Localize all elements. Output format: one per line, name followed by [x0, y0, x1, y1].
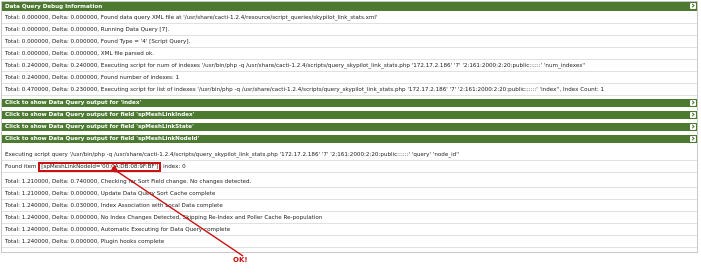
log-line: Total: 1.240000, Delta: 0.030000, Index … [2, 200, 697, 212]
found-item-prefix: Found item [5, 164, 37, 170]
section-linkindex-toggle[interactable]: Click to show Data Query output for fiel… [2, 110, 697, 119]
log-line: Total: 0.000000, Delta: 0.000000, XML fi… [2, 48, 697, 60]
debug-panel: Data Query Debug Information Total: 0.00… [1, 1, 698, 253]
section-index-toggle[interactable]: Click to show Data Query output for 'ind… [2, 98, 697, 107]
found-item-line: Found item [spMeshLinkNodeId='00:0A:DB:0… [2, 161, 697, 173]
ok-annotation: OK! [233, 256, 248, 264]
section-linknodeid-toggle[interactable]: Click to show Data Query output for fiel… [2, 134, 697, 143]
log-line: Total: 0.000000, Delta: 0.000000, Runnin… [2, 24, 697, 36]
expand-icon[interactable] [690, 112, 696, 118]
panel-header: Data Query Debug Information [2, 2, 697, 12]
section-label: Click to show Data Query output for 'ind… [5, 100, 142, 106]
panel-title: Data Query Debug Information [5, 4, 103, 10]
log-line: Total: 0.000000, Delta: 0.000000, Found … [2, 12, 697, 24]
log-line: Executing script query '/usr/bin/php -q … [2, 149, 697, 161]
collapse-icon[interactable] [690, 3, 696, 9]
section-linkstate-toggle[interactable]: Click to show Data Query output for fiel… [2, 122, 697, 131]
log-line: Total: 1.210000, Delta: 0.000000, Update… [2, 188, 697, 200]
log-line: Total: 0.470000, Delta: 0.230000, Execut… [2, 84, 697, 96]
section-label: Click to show Data Query output for fiel… [5, 124, 194, 130]
section-label: Click to show Data Query output for fiel… [5, 136, 200, 142]
log-line: Total: 0.000000, Delta: 0.000000, Found … [2, 36, 697, 48]
log-line: Total: 1.240000, Delta: 0.000000, Plugin… [2, 236, 697, 248]
log-line: Total: 0.240000, Delta: 0.000000, Found … [2, 72, 697, 84]
found-item-highlight: [spMeshLinkNodeId='00:0A:DB:08:9F:BF'] [38, 162, 162, 172]
log-line: Total: 1.240000, Delta: 0.000000, Automa… [2, 224, 697, 236]
expand-icon[interactable] [690, 124, 696, 130]
log-line: Total: 0.240000, Delta: 0.240000, Execut… [2, 60, 697, 72]
expand-icon[interactable] [690, 100, 696, 106]
section-label: Click to show Data Query output for fiel… [5, 112, 195, 118]
log-line: Total: 1.240000, Delta: 0.000000, No Ind… [2, 212, 697, 224]
log-line: Total: 1.210000, Delta: 0.740000, Checki… [2, 176, 697, 188]
found-item-suffix: index: 0 [163, 164, 186, 170]
expand-icon[interactable] [690, 136, 696, 142]
